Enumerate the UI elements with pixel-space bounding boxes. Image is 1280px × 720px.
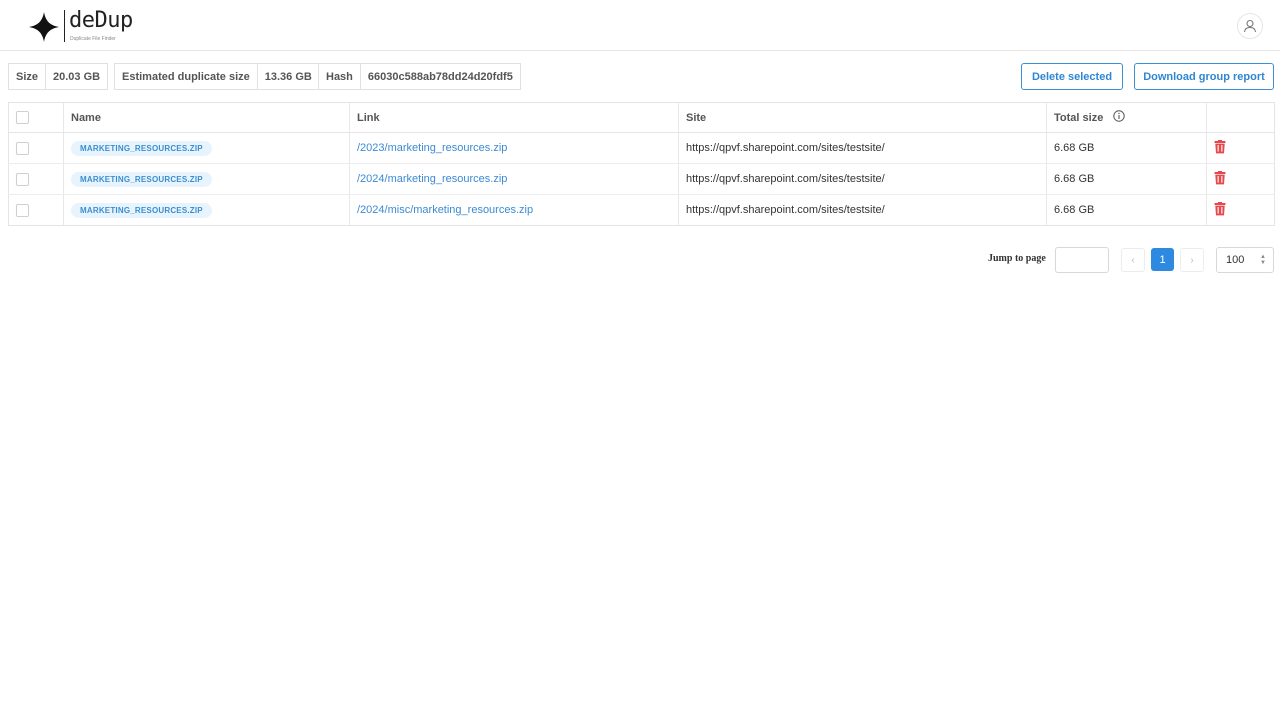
hash-summary: Hash 66030c588ab78dd24d20fdf5 [318, 63, 521, 90]
page-size-value: 100 [1226, 254, 1245, 266]
app-tagline: Duplicate File Finder [70, 36, 116, 42]
size-label: Size [9, 64, 47, 89]
page-size-select[interactable]: 100 ▲ ▼ [1216, 247, 1274, 273]
files-table: Name Link Site Total size MARKETING_RESO… [8, 102, 1275, 226]
app-logo[interactable]: deDup Duplicate File Finder [29, 9, 133, 45]
file-name-tag: MARKETING_RESOURCES.ZIP [71, 171, 212, 187]
size-cell: 6.68 GB [1046, 194, 1207, 226]
file-link[interactable]: /2023/marketing_resources.zip [357, 142, 507, 154]
size-summary: Size 20.03 GB [8, 63, 109, 90]
trash-icon [1214, 170, 1226, 184]
row-checkbox[interactable] [16, 172, 29, 186]
size-value: 20.03 GB [53, 70, 101, 83]
column-header-name[interactable]: Name [63, 102, 350, 133]
row-checkbox[interactable] [16, 203, 29, 217]
trash-icon [1214, 201, 1226, 215]
hash-value: 66030c588ab78dd24d20fdf5 [367, 70, 513, 83]
file-name-tag: MARKETING_RESOURCES.ZIP [71, 140, 212, 156]
select-all-cell [8, 102, 64, 133]
column-header-total-size[interactable]: Total size [1046, 102, 1207, 133]
size-cell: 6.68 GB [1046, 163, 1207, 195]
total-size-label: Total size [1054, 111, 1104, 124]
file-name-tag: MARKETING_RESOURCES.ZIP [71, 202, 212, 218]
delete-row-button[interactable] [1214, 139, 1226, 157]
download-group-report-button[interactable]: Download group report [1134, 63, 1274, 90]
table-row: MARKETING_RESOURCES.ZIP /2024/misc/marke… [8, 194, 1275, 226]
user-icon [1243, 19, 1257, 33]
column-header-actions [1206, 102, 1275, 133]
size-cell: 6.68 GB [1046, 132, 1207, 164]
row-checkbox[interactable] [16, 141, 29, 155]
jump-to-page-label: Jump to page [988, 253, 1046, 264]
table-row: MARKETING_RESOURCES.ZIP /2024/marketing_… [8, 163, 1275, 195]
jump-to-page-input[interactable] [1055, 247, 1109, 273]
next-page-button[interactable]: › [1180, 248, 1204, 272]
duplicate-size-value: 13.36 GB [264, 70, 312, 83]
delete-selected-button[interactable]: Delete selected [1021, 63, 1123, 90]
column-header-link[interactable]: Link [349, 102, 679, 133]
delete-row-button[interactable] [1214, 201, 1226, 219]
app-header: deDup Duplicate File Finder [0, 0, 1280, 51]
chevron-left-icon: ‹ [1131, 254, 1135, 266]
table-row: MARKETING_RESOURCES.ZIP /2023/marketing_… [8, 132, 1275, 164]
site-cell: https://qpvf.sharepoint.com/sites/testsi… [678, 163, 1047, 195]
duplicate-size-label: Estimated duplicate size [115, 64, 258, 89]
user-menu-button[interactable] [1237, 13, 1263, 39]
table-header-row: Name Link Site Total size [8, 102, 1275, 133]
logo-diamond-icon [29, 12, 59, 42]
file-link[interactable]: /2024/marketing_resources.zip [357, 173, 507, 185]
delete-row-button[interactable] [1214, 170, 1226, 188]
site-cell: https://qpvf.sharepoint.com/sites/testsi… [678, 194, 1047, 226]
duplicate-size-summary: Estimated duplicate size 13.36 GB [114, 63, 320, 90]
select-all-checkbox[interactable] [16, 111, 29, 124]
app-name: deDup [69, 8, 133, 33]
info-icon[interactable] [1113, 110, 1126, 122]
page-button-current[interactable]: 1 [1151, 248, 1174, 271]
chevron-right-icon: › [1190, 254, 1194, 266]
column-header-site[interactable]: Site [678, 102, 1047, 133]
logo-divider [64, 10, 65, 42]
file-link[interactable]: /2024/misc/marketing_resources.zip [357, 204, 533, 216]
trash-icon [1214, 139, 1226, 153]
hash-label: Hash [319, 64, 361, 89]
site-cell: https://qpvf.sharepoint.com/sites/testsi… [678, 132, 1047, 164]
prev-page-button[interactable]: ‹ [1121, 248, 1145, 272]
sort-arrows-icon: ▲ ▼ [1260, 254, 1266, 266]
